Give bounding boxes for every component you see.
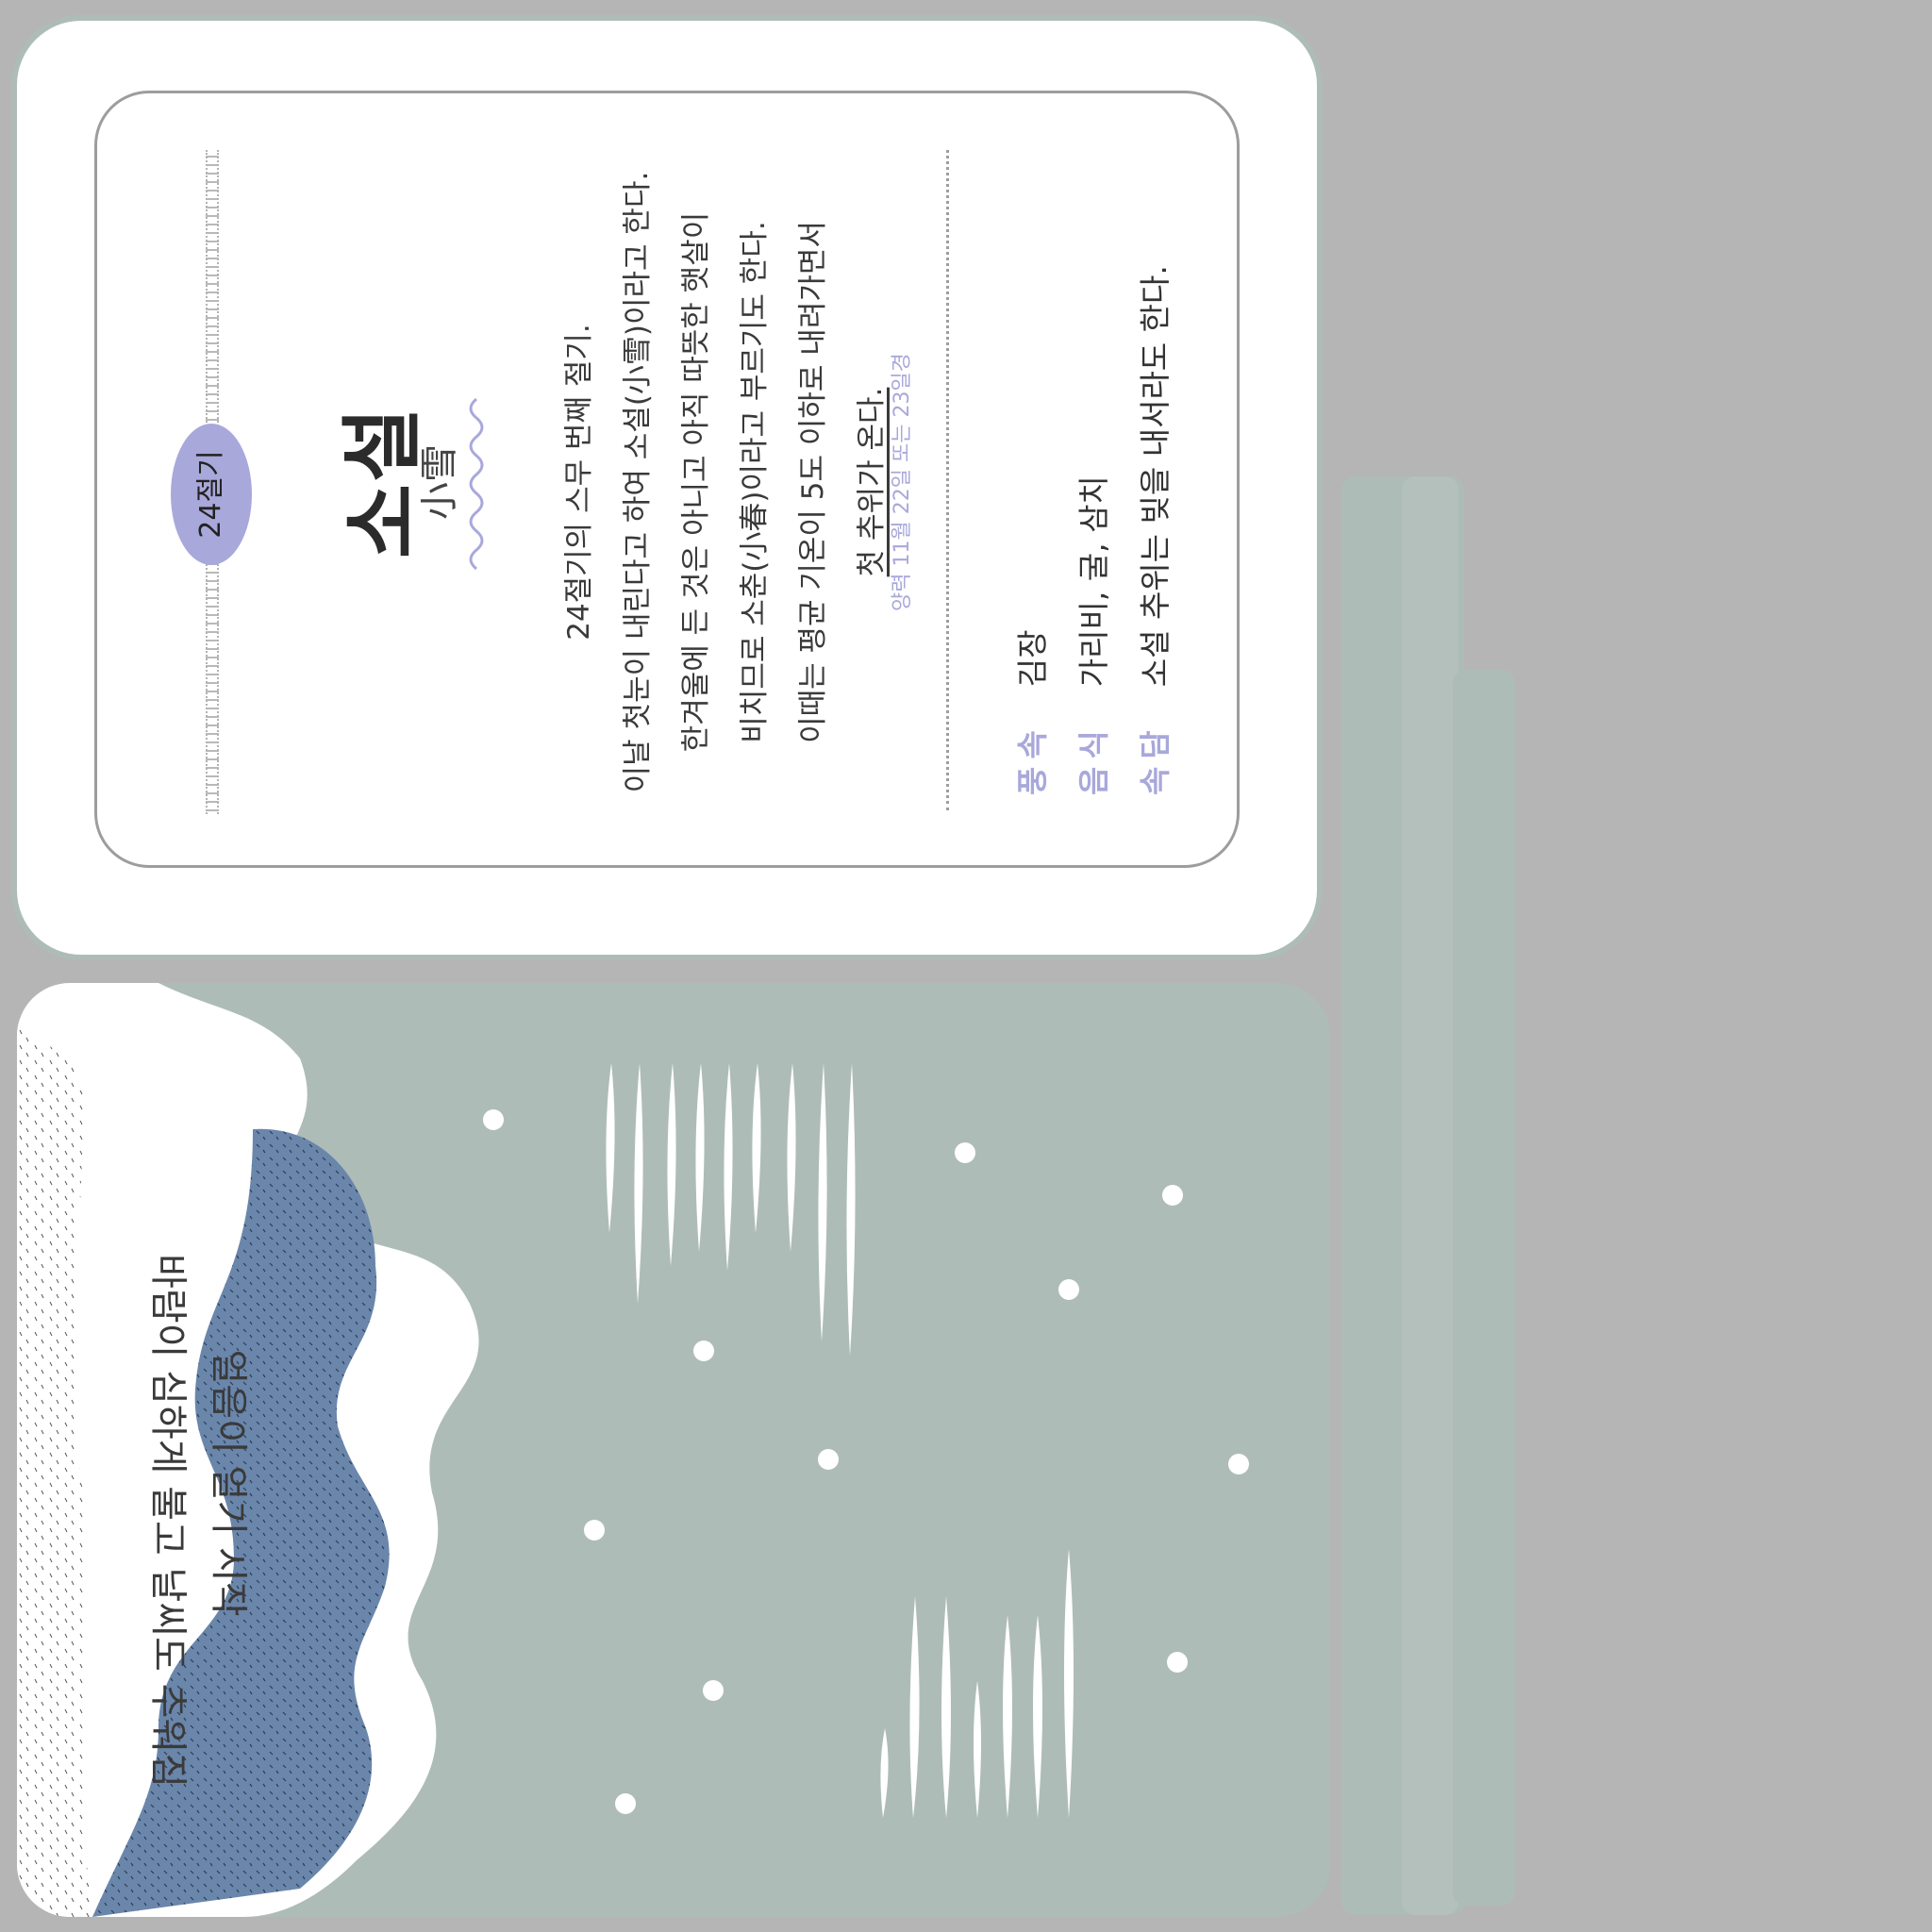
info-value: 가리비, 굴, 삼치 bbox=[1075, 475, 1112, 688]
divider bbox=[946, 150, 949, 810]
wave-icon bbox=[469, 397, 484, 571]
description-line: 이때는 평균 기온이 5도 이하로 내려가면서 bbox=[796, 221, 830, 743]
description-line: 비치므로 소춘(小春)이라고 부르기도 한다. bbox=[738, 221, 772, 743]
date-text: 양력 11월 22일 또는 23일경 bbox=[891, 353, 914, 611]
info-label: 풍속 bbox=[1014, 723, 1051, 795]
info-row-food: 음식 가리비, 굴, 삼치 bbox=[1069, 475, 1114, 795]
season-badge: 24절기 bbox=[171, 424, 252, 565]
info-value: 소설 추위는 빚을 내서라도 한다. bbox=[1137, 265, 1174, 688]
info-value: 김장 bbox=[1014, 629, 1051, 688]
info-row-proverb: 속담 소설 추위는 빚을 내서라도 한다. bbox=[1130, 265, 1175, 795]
stacked-card-edge bbox=[1402, 476, 1458, 1915]
info-label: 음식 bbox=[1075, 723, 1112, 795]
info-card-frame: 24절기 소설 小雪 24절기의 스무 번째 절기. 이날 첫눈이 내린다고 하… bbox=[94, 91, 1240, 868]
season-description: 24절기의 스무 번째 절기. 이날 첫눈이 내린다고 하여 소설(小雪)이라고… bbox=[550, 112, 901, 852]
description-line: 이날 첫눈이 내린다고 하여 소설(小雪)이라고 한다. bbox=[621, 171, 655, 793]
info-row-custom: 풍속 김장 bbox=[1008, 630, 1053, 795]
season-hanja: 小雪 bbox=[418, 444, 461, 520]
info-label: 속담 bbox=[1137, 723, 1174, 795]
info-card-content: 24절기 소설 小雪 24절기의 스무 번째 절기. 이날 첫눈이 내린다고 하… bbox=[97, 93, 1242, 871]
stacked-card-edge bbox=[1453, 670, 1515, 1906]
slogan-line: 바람이 심하게 불고 날씨도 추워짐 bbox=[146, 1253, 190, 1789]
illustration-card: 얼음이 얼기 시작 바람이 심하게 불고 날씨도 추워짐 bbox=[17, 983, 1330, 1917]
description-line: 한겨울에 든 것은 아니고 아직 따뜻한 햇살이 bbox=[679, 211, 713, 753]
description-line: 24절기의 스무 번째 절기. bbox=[562, 324, 596, 641]
description-line: 첫 추위가 온다. bbox=[855, 387, 889, 577]
slogan-line: 얼음이 얼기 시작 bbox=[207, 1349, 250, 1617]
